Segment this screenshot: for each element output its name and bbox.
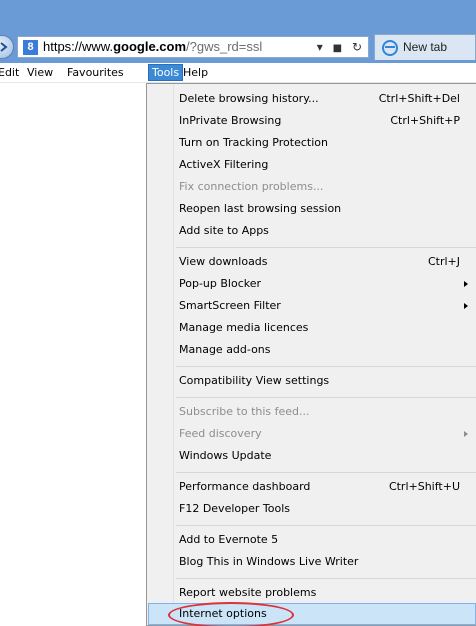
menu-item-reopen-last-session[interactable]: Reopen last browsing session — [148, 198, 476, 220]
menu-item-performance-dashboard[interactable]: Performance dashboard Ctrl+Shift+U — [148, 476, 476, 498]
menu-item-delete-browsing-history[interactable]: Delete browsing history... Ctrl+Shift+De… — [148, 88, 476, 110]
menu-item-tracking-protection[interactable]: Turn on Tracking Protection — [148, 132, 476, 154]
menu-item-f12-developer-tools[interactable]: F12 Developer Tools — [148, 498, 476, 520]
menu-item-popup-blocker[interactable]: Pop-up Blocker — [148, 273, 476, 295]
menu-separator — [176, 525, 476, 526]
address-controls: ▾ ■ ↻ — [311, 40, 362, 54]
menu-tools[interactable]: Tools — [148, 64, 184, 81]
tools-dropdown-menu: Delete browsing history... Ctrl+Shift+De… — [146, 83, 476, 626]
window-title-bar — [0, 0, 476, 30]
menu-item-add-site-to-apps[interactable]: Add site to Apps — [148, 220, 476, 242]
forward-button[interactable] — [0, 35, 14, 59]
arrow-right-icon — [0, 42, 8, 52]
menu-item-activex-filtering[interactable]: ActiveX Filtering — [148, 154, 476, 176]
lock-icon[interactable]: ■ — [333, 43, 342, 54]
menu-separator — [176, 578, 476, 579]
menu-help[interactable]: Help — [183, 66, 208, 79]
menu-item-feed-discovery: Feed discovery — [148, 423, 476, 445]
menu-item-windows-update[interactable]: Windows Update — [148, 445, 476, 467]
chevron-down-icon[interactable]: ▾ — [317, 40, 323, 54]
menu-item-inprivate-browsing[interactable]: InPrivate Browsing Ctrl+Shift+P — [148, 110, 476, 132]
address-bar-row: 8 https://www.google.com/?gws_rd=ssl ▾ ■… — [0, 30, 476, 63]
menu-edit[interactable]: Edit — [0, 66, 19, 79]
submenu-arrow-icon — [464, 431, 468, 437]
menu-item-internet-options[interactable]: Internet options — [148, 603, 476, 625]
internet-explorer-icon — [382, 40, 398, 56]
menu-item-blog-this-live-writer[interactable]: Blog This in Windows Live Writer — [148, 551, 476, 573]
menu-item-compatibility-view-settings[interactable]: Compatibility View settings — [148, 370, 476, 392]
menu-view[interactable]: View — [27, 66, 53, 79]
address-input[interactable]: 8 https://www.google.com/?gws_rd=ssl ▾ ■… — [17, 36, 369, 58]
menu-item-add-to-evernote[interactable]: Add to Evernote 5 — [148, 529, 476, 551]
tab-new-tab[interactable]: New tab — [374, 34, 476, 60]
refresh-icon[interactable]: ↻ — [352, 40, 362, 54]
submenu-arrow-icon — [464, 303, 468, 309]
submenu-arrow-icon — [464, 281, 468, 287]
google-favicon-icon: 8 — [23, 40, 38, 55]
menu-item-report-website-problems[interactable]: Report website problems — [148, 582, 476, 604]
address-url: https://www.google.com/?gws_rd=ssl — [43, 39, 263, 54]
menu-separator — [176, 247, 476, 248]
menu-item-fix-connection-problems: Fix connection problems... — [179, 180, 324, 193]
menu-item-manage-add-ons[interactable]: Manage add-ons — [148, 339, 476, 361]
menu-favourites[interactable]: Favourites — [67, 66, 124, 79]
menu-item-subscribe-to-feed: Subscribe to this feed... — [179, 405, 310, 418]
menu-item-manage-media-licences[interactable]: Manage media licences — [148, 317, 476, 339]
menu-item-view-downloads[interactable]: View downloads Ctrl+J — [148, 251, 476, 273]
menu-bar: Edit View Favourites Tools Help — [0, 63, 476, 83]
menu-separator — [176, 366, 476, 367]
menu-separator — [176, 397, 476, 398]
menu-separator — [176, 472, 476, 473]
menu-item-smartscreen-filter[interactable]: SmartScreen Filter — [148, 295, 476, 317]
